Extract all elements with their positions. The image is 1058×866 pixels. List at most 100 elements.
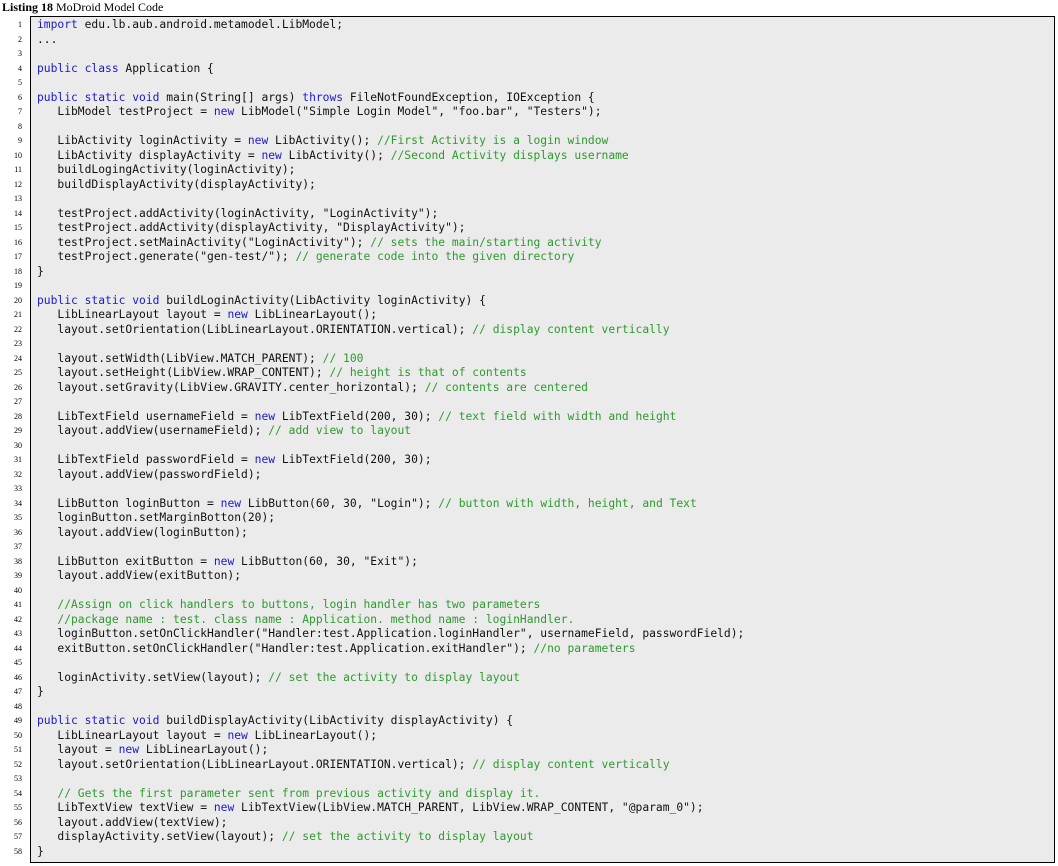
code-token: LibButton(60, 30, "Exit"); [234,554,418,568]
code-line: 47} [0,685,1058,700]
code-line: 37 [0,540,1058,555]
code-text: loginActivity.setView(layout); // set th… [37,671,520,686]
line-number: 53 [14,774,22,783]
code-text: layout.setHeight(LibView.WRAP_CONTENT); … [37,366,527,381]
line-number: 57 [14,832,22,841]
code-line: 12 buildDisplayActivity(displayActivity)… [0,178,1058,193]
code-text: displayActivity.setView(layout); // set … [37,830,533,845]
code-token: LibButton(60, 30, "Login"); [241,496,439,510]
code-text: LibTextField usernameField = new LibText… [37,410,676,425]
code-token: LibTextField(200, 30); [275,409,439,423]
code-text: // Gets the first parameter sent from pr… [37,787,540,802]
code-token: } [37,264,44,278]
code-token: testProject.addActivity(displayActivity,… [37,221,466,234]
code-line: 3 [0,47,1058,62]
code-line: 33 [0,482,1058,497]
code-token: LibTextField usernameField = [37,409,255,423]
code-text: layout.addView(exitButton); [37,569,241,584]
code-token: testProject.setMainActivity("LoginActivi… [37,235,371,249]
line-number: 8 [18,121,22,131]
line-number: 50 [14,730,22,740]
code-token: LibLinearLayout(); [247,728,378,742]
code-line: 1 import edu.lb.aub.android.metamodel.Lib… [0,18,1058,33]
code-text: LibButton loginButton = new LibButton(60… [37,496,696,512]
line-number: 23 [14,339,22,348]
line-number: 45 [14,658,22,667]
code-token: ... [37,32,58,46]
code-token: LibModel testProject = [37,105,214,118]
code-line: 39 layout.addView(exitButton); [0,569,1058,584]
line-number: 33 [14,484,22,493]
code-token: LibActivity loginActivity = [37,134,248,147]
code-text: testProject.generate("gen-test/"); // ge… [37,250,574,265]
code-token: LibTextView textView = [37,801,214,814]
code-line: 27 [0,395,1058,410]
code-line: 49 public static void buildDisplayActivit… [0,714,1058,729]
line-number: 1 [18,20,22,29]
line-number: 35 [14,513,22,522]
code-line: 35 loginButton.setMarginBotton(20); [0,511,1058,526]
code-text: layout.addView(loginButton); [37,526,247,541]
line-number: 27 [14,397,22,406]
code-text: layout = new LibLinearLayout(); [37,743,268,758]
line-number: 48 [14,701,22,711]
line-number: 13 [14,194,22,203]
code-line: 44 exitButton.setOnClickHandler("Handler… [0,642,1058,657]
code-line: 46 loginActivity.setView(layout); // set… [0,671,1058,686]
line-number: 12 [14,179,22,189]
code-token: layout.addView(textView); [37,815,228,829]
code-text: layout.setGravity(LibView.GRAVITY.center… [37,381,588,396]
code-line: 2... [0,33,1058,48]
code-token: layout.setOrientation(LibLinearLayout.OR… [37,757,473,771]
line-number: 39 [14,571,22,580]
code-text: public static void main(String[] args) t… [37,91,595,106]
code-token: displayActivity.setView(layout); [37,830,282,843]
code-text: testProject.setMainActivity("LoginActivi… [37,235,602,251]
code-token: LibActivity(); [268,134,378,147]
code-token: loginButton.setMarginBotton(20); [37,511,276,524]
line-number: 3 [18,49,22,58]
keyword-token: new [247,134,269,147]
listing-caption: Listing 18 MoDroid Model Code [2,0,163,14]
code-token: main(String[] args) [159,90,303,104]
code-token: layout.addView(usernameField); [37,424,269,437]
code-line: 42 //package name : test. class name : A… [0,613,1058,628]
code-line: 34 LibButton loginButton = new LibButton… [0,497,1058,512]
code-line: 13 [0,192,1058,207]
line-number: 56 [14,817,22,827]
code-token: LibModel("Simple Login Model", "foo.bar"… [234,105,602,118]
line-number: 41 [14,600,22,609]
line-number: 16 [14,237,22,247]
line-number: 11 [14,165,22,174]
line-number: 40 [14,585,22,595]
line-number: 10 [14,150,22,160]
code-text: layout.addView(textView); [37,816,227,831]
code-line: 22 layout.setOrientation(LibLinearLayout… [0,323,1058,338]
line-number: 25 [14,368,22,377]
code-line: 53 [0,772,1058,787]
listing-label: Listing 18 [2,0,54,14]
code-text: layout.setOrientation(LibLinearLayout.OR… [37,323,669,338]
code-token: LibActivity(); [281,148,391,162]
line-number: 42 [14,614,22,624]
code-token: LibLinearLayout layout = [37,308,228,321]
code-text: layout.addView(passwordField); [37,468,261,483]
keyword-token: new [213,554,235,568]
code-line: 10 LibActivity displayActivity = new Lib… [0,149,1058,164]
code-line: 18} [0,265,1058,280]
comment-token: // sets the main/starting activity [370,235,602,249]
code-token: buildDisplayActivity(LibActivity display… [159,714,514,727]
code-text: LibActivity displayActivity = new LibAct… [37,148,628,164]
code-line: 26 layout.setGravity(LibView.GRAVITY.cen… [0,381,1058,396]
line-number: 55 [14,803,22,812]
code-line: 25 layout.setHeight(LibView.WRAP_CONTENT… [0,366,1058,381]
code-token: buildLogingActivity(loginActivity); [37,163,296,176]
comment-token: // set the activity to display layout [268,670,520,684]
code-text: LibActivity loginActivity = new LibActiv… [37,134,608,149]
comment-token: // height is that of contents [329,366,527,379]
line-number: 49 [14,716,22,725]
code-token: LibLinearLayout layout = [37,728,228,742]
keyword-token: import [37,18,78,31]
code-token: LibButton exitButton = [37,554,214,568]
code-text: buildDisplayActivity(displayActivity); [37,178,315,193]
